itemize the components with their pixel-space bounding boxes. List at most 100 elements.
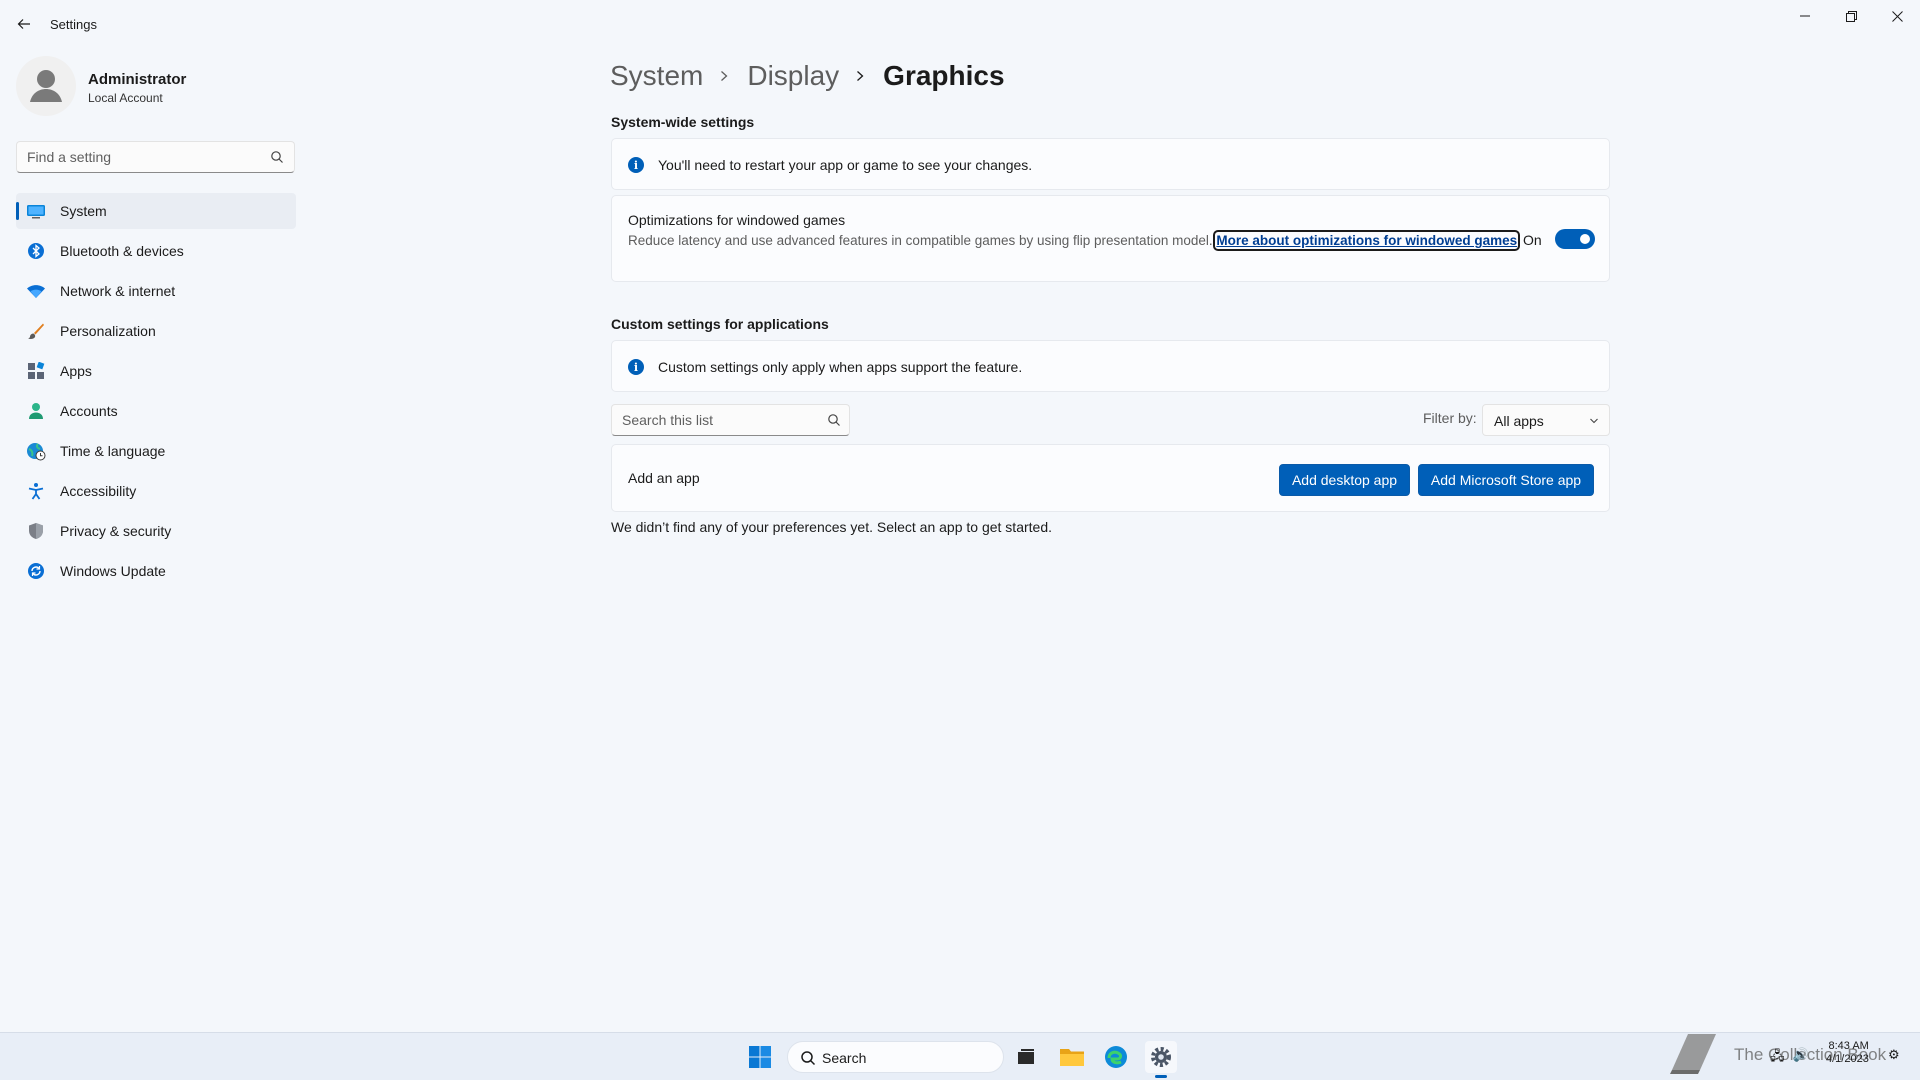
accessibility-icon [26,481,46,501]
optimization-description: Reduce latency and use advanced features… [628,230,1528,251]
breadcrumb-display[interactable]: Display [747,60,839,92]
apps-icon [26,361,46,381]
search-list-box[interactable] [611,404,850,436]
network-icon[interactable]: 🖧 [1770,1047,1785,1069]
update-icon [26,561,46,581]
folder-icon [1060,1049,1084,1066]
filter-selected-value: All apps [1494,413,1544,429]
custom-info-text: Custom settings only apply when apps sup… [658,359,1023,375]
sidebar-item-label: Windows Update [60,563,166,579]
restore-button[interactable] [1828,0,1874,32]
filter-label: Filter by: [1423,410,1477,426]
sidebar-item-label: Personalization [60,323,156,339]
clock-time: 8:43 AM [1828,1040,1869,1052]
windowed-games-toggle[interactable] [1555,229,1595,249]
system-icon [26,201,46,221]
book-watermark-icon [1670,1034,1716,1074]
taskbar-clock[interactable]: 8:43 AM 4/1/2023 [1826,1040,1869,1066]
notification-icon[interactable]: ⚙ [1888,1047,1900,1063]
sidebar-nav: System Bluetooth & devices Network & int… [16,193,296,593]
find-setting-input[interactable] [27,142,267,172]
selection-indicator [16,202,19,220]
toggle-knob [1580,234,1590,244]
system-tray[interactable]: 🖧 🔊 [1770,1047,1809,1069]
breadcrumb-system[interactable]: System [610,60,703,92]
volume-icon[interactable]: 🔊 [1793,1047,1809,1069]
search-icon [828,414,840,426]
profile-name: Administrator [88,71,187,88]
sidebar-item-system[interactable]: System [16,193,296,229]
sidebar-item-time-language[interactable]: Time & language [16,433,296,469]
add-app-card: Add an app Add desktop app Add Microsoft… [611,444,1610,512]
restart-info-bar: i You'll need to restart your app or gam… [611,138,1610,190]
restart-info-text: You'll need to restart your app or game … [658,157,1033,173]
back-button[interactable] [12,12,36,36]
wifi-icon [26,281,46,301]
sidebar-item-label: Accounts [60,403,118,419]
sidebar-item-personalization[interactable]: Personalization [16,313,296,349]
sidebar-item-apps[interactable]: Apps [16,353,296,389]
minimize-button[interactable] [1782,0,1828,32]
optimizations-learn-more-link[interactable]: More about optimizations for windowed ga… [1213,230,1521,251]
taskbar-edge[interactable] [1100,1041,1132,1073]
sidebar-item-label: Time & language [60,443,166,459]
sidebar-item-network[interactable]: Network & internet [16,273,296,309]
start-button[interactable] [748,1045,772,1069]
edge-icon [1105,1046,1127,1068]
title-bar: Settings [0,0,1920,48]
sidebar-item-bluetooth[interactable]: Bluetooth & devices [16,233,296,269]
restore-icon [1845,10,1857,22]
clock-date: 4/1/2023 [1826,1053,1869,1065]
taskbar-settings[interactable] [1145,1041,1177,1073]
optimization-title: Optimizations for windowed games [628,212,846,228]
info-icon: i [628,157,644,173]
settings-gear-icon [1151,1047,1171,1067]
toggle-state-label: On [1523,232,1542,248]
taskbar: Search [0,1032,1920,1080]
taskbar-file-explorer[interactable] [1056,1041,1088,1073]
app-title: Settings [50,17,97,32]
breadcrumb: System Display Graphics [610,56,1005,96]
search-icon [801,1051,816,1066]
search-list-input[interactable] [622,405,822,435]
close-icon [1891,10,1903,22]
task-view-icon [1018,1049,1034,1064]
bluetooth-icon [26,241,46,261]
add-desktop-app-button[interactable]: Add desktop app [1279,464,1410,496]
sidebar-item-privacy[interactable]: Privacy & security [16,513,296,549]
sidebar-item-label: Network & internet [60,283,176,299]
avatar [16,56,76,116]
add-store-app-button[interactable]: Add Microsoft Store app [1418,464,1594,496]
find-setting-box[interactable] [16,141,295,173]
taskbar-search[interactable]: Search [787,1041,1004,1073]
chevron-right-icon [855,70,867,82]
optimization-description-text: Reduce latency and use advanced features… [628,233,1213,248]
brush-icon [26,321,46,341]
active-app-indicator [1155,1075,1167,1078]
info-icon: i [628,359,644,375]
add-app-label: Add an app [628,470,700,486]
settings-window: Settings Administrator Local Account Sys… [0,0,1920,1032]
taskbar-task-view[interactable] [1010,1041,1042,1073]
empty-preferences-message: We didn’t find any of your preferences y… [611,519,1052,535]
sidebar-item-accounts[interactable]: Accounts [16,393,296,429]
sidebar-item-label: Accessibility [60,483,137,499]
chevron-right-icon [719,70,731,82]
search-icon [271,151,283,163]
shield-icon [26,521,46,541]
sidebar-item-accessibility[interactable]: Accessibility [16,473,296,509]
system-wide-section-title: System-wide settings [611,114,755,130]
minimize-icon [1800,15,1810,17]
user-profile[interactable]: Administrator Local Account [16,56,296,116]
page-title: Graphics [883,60,1005,91]
sidebar-item-windows-update[interactable]: Windows Update [16,553,296,589]
custom-settings-section-title: Custom settings for applications [611,316,829,332]
close-button[interactable] [1874,0,1920,32]
globe-clock-icon [26,441,46,461]
filter-dropdown[interactable]: All apps [1482,404,1610,436]
taskbar-search-label: Search [822,1050,867,1066]
windows-logo-icon [749,1046,771,1068]
sidebar-item-label: Privacy & security [60,523,172,539]
custom-info-bar: i Custom settings only apply when apps s… [611,340,1610,392]
chevron-down-icon [1590,418,1598,424]
